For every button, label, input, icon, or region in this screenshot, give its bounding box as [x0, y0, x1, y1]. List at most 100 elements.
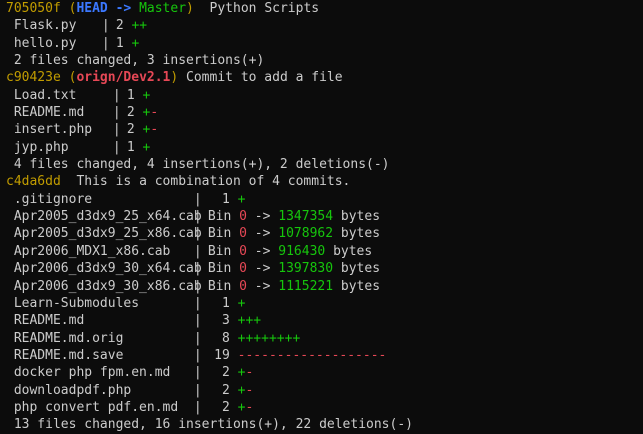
stat-row: README.md.save | 19 ------------------- — [6, 347, 643, 364]
file-name: insert.php — [13, 122, 93, 138]
stat-row: Load.txt | 1 + — [6, 87, 643, 104]
bin-label: Bin — [207, 243, 232, 259]
bin-new-size: 1397830 — [278, 261, 334, 277]
commit-message: This is a combination of 4 commits. — [76, 174, 351, 190]
stat-row: README.md.orig | 8 ++++++++ — [6, 330, 643, 347]
stat-row: Learn-Submodules | 1 + — [6, 295, 643, 312]
bin-new-size: 1115221 — [278, 278, 334, 294]
stat-row: php convert pdf.en.md | 2 +- — [6, 399, 643, 416]
stat-separator: | — [193, 330, 202, 346]
commit-header: c4da6dd This is a combination of 4 commi… — [6, 173, 643, 190]
stat-row: README.md | 2 +- — [6, 104, 643, 121]
commit-hash: 705050f — [6, 1, 61, 16]
stat-separator: | — [193, 365, 202, 381]
stat-separator: | — [193, 382, 202, 398]
stat-separator: | — [112, 139, 121, 155]
stat-row: jyp.php | 1 + — [6, 139, 643, 156]
stat-separator: | — [193, 243, 202, 259]
change-count: 19 — [214, 347, 230, 363]
commit-summary: 4 files changed, 4 insertions(+), 2 dele… — [6, 156, 643, 173]
ref-paren-close: ) — [186, 1, 194, 16]
file-name: hello.py — [13, 35, 77, 51]
stat-separator: | — [112, 105, 121, 121]
stat-row: Apr2006_MDX1_x86.cab | Bin 0 -> 916430 byt… — [6, 243, 643, 260]
bin-old-size: 0 — [239, 209, 247, 225]
bin-new-size: 916430 — [278, 243, 326, 259]
stat-separator: | — [193, 313, 202, 329]
bin-old-size: 0 — [239, 243, 247, 259]
bin-new-size: 1078962 — [278, 226, 334, 242]
deletion-marks: - — [245, 399, 254, 415]
bin-old-size: 0 — [239, 278, 247, 294]
commit-hash: c4da6dd — [6, 174, 61, 190]
stat-separator: | — [193, 209, 202, 225]
stat-row: Flask.py | 2 ++ — [6, 17, 643, 34]
insertion-marks: + — [142, 139, 151, 155]
change-count: 1 — [222, 191, 230, 207]
file-name: README.md.save — [13, 347, 124, 363]
bin-arrow: -> — [254, 278, 271, 294]
summary-text: 4 files changed, 4 insertions(+), 2 dele… — [13, 157, 390, 173]
change-count: 1 — [115, 35, 124, 51]
bin-old-size: 0 — [239, 261, 247, 277]
bin-arrow: -> — [254, 261, 271, 277]
file-name: Apr2006_d3dx9_30_x64.cab — [13, 261, 202, 277]
change-count: 2 — [115, 18, 124, 34]
change-count: 3 — [222, 313, 230, 329]
file-name: Learn-Submodules — [13, 295, 140, 311]
branch-ref: Master — [139, 1, 187, 16]
summary-text: 13 files changed, 16 insertions(+), 22 d… — [13, 417, 413, 433]
file-name: docker php fpm.en.md — [13, 365, 171, 381]
stat-row: Apr2005_d3dx9_25_x64.cab| Bin 0 -> 134735… — [6, 208, 643, 225]
bin-label: Bin — [207, 226, 232, 242]
bin-old-size: 0 — [239, 226, 247, 242]
bin-unit: bytes — [340, 226, 381, 242]
insertion-marks: + — [237, 191, 246, 207]
commit-message: Python Scripts — [209, 1, 320, 16]
file-name: Load.txt — [13, 87, 77, 103]
deletion-marks: - — [245, 365, 254, 381]
ref-paren-close: ) — [170, 70, 179, 86]
stat-row: .gitignore | 1 + — [6, 191, 643, 208]
commit-header: c90423e (orign/Dev2.1) Commit to add a f… — [6, 69, 643, 86]
insertion-marks: ++ — [131, 18, 148, 34]
file-name: php convert pdf.en.md — [13, 399, 179, 415]
file-name: Flask.py — [13, 18, 77, 34]
commit-summary: 2 files changed, 3 insertions(+) — [6, 52, 643, 69]
summary-text: 2 files changed, 3 insertions(+) — [13, 53, 265, 69]
file-name: Apr2006_MDX1_x86.cab — [13, 243, 171, 259]
bin-label: Bin — [207, 278, 232, 294]
commit-summary: 13 files changed, 16 insertions(+), 22 d… — [6, 416, 643, 433]
commit-message: Commit to add a file — [186, 70, 343, 86]
bin-unit: bytes — [340, 278, 381, 294]
stat-separator: | — [112, 87, 121, 103]
file-name: README.md — [13, 105, 85, 121]
stat-row: README.md | 3 +++ — [6, 312, 643, 329]
change-count: 2 — [126, 105, 135, 121]
terminal-output: 705050f (HEAD -> Master) Python Scripts … — [0, 0, 643, 432]
insertion-marks: + — [131, 35, 140, 51]
bin-arrow: -> — [254, 209, 271, 225]
change-count: 1 — [126, 87, 135, 103]
deletion-marks: - — [150, 105, 159, 121]
bin-unit: bytes — [340, 209, 381, 225]
stat-separator: | — [112, 122, 121, 138]
stat-separator: | — [193, 191, 202, 207]
file-name: jyp.php — [13, 139, 69, 155]
file-name: .gitignore — [13, 191, 93, 207]
stat-separator: | — [193, 278, 202, 294]
bin-unit: bytes — [333, 243, 373, 259]
change-count: 1 — [126, 139, 135, 155]
deletion-marks: - — [150, 122, 159, 138]
stat-row: insert.php | 2 +- — [6, 121, 643, 138]
file-name: Apr2005_d3dx9_25_x86.cab — [13, 226, 202, 242]
ref-arrow: -> — [115, 1, 132, 16]
change-count: 2 — [222, 399, 230, 415]
bin-unit: bytes — [340, 261, 381, 277]
bin-new-size: 1347354 — [278, 209, 334, 225]
file-name: downloadpdf.php — [13, 382, 132, 398]
deletion-marks: - — [245, 382, 254, 398]
stat-row: Apr2006_d3dx9_30_x64.cab| Bin 0 -> 139783… — [6, 260, 643, 277]
stat-row: Apr2005_d3dx9_25_x86.cab| Bin 0 -> 107896… — [6, 225, 643, 242]
insertion-marks: + — [237, 295, 246, 311]
